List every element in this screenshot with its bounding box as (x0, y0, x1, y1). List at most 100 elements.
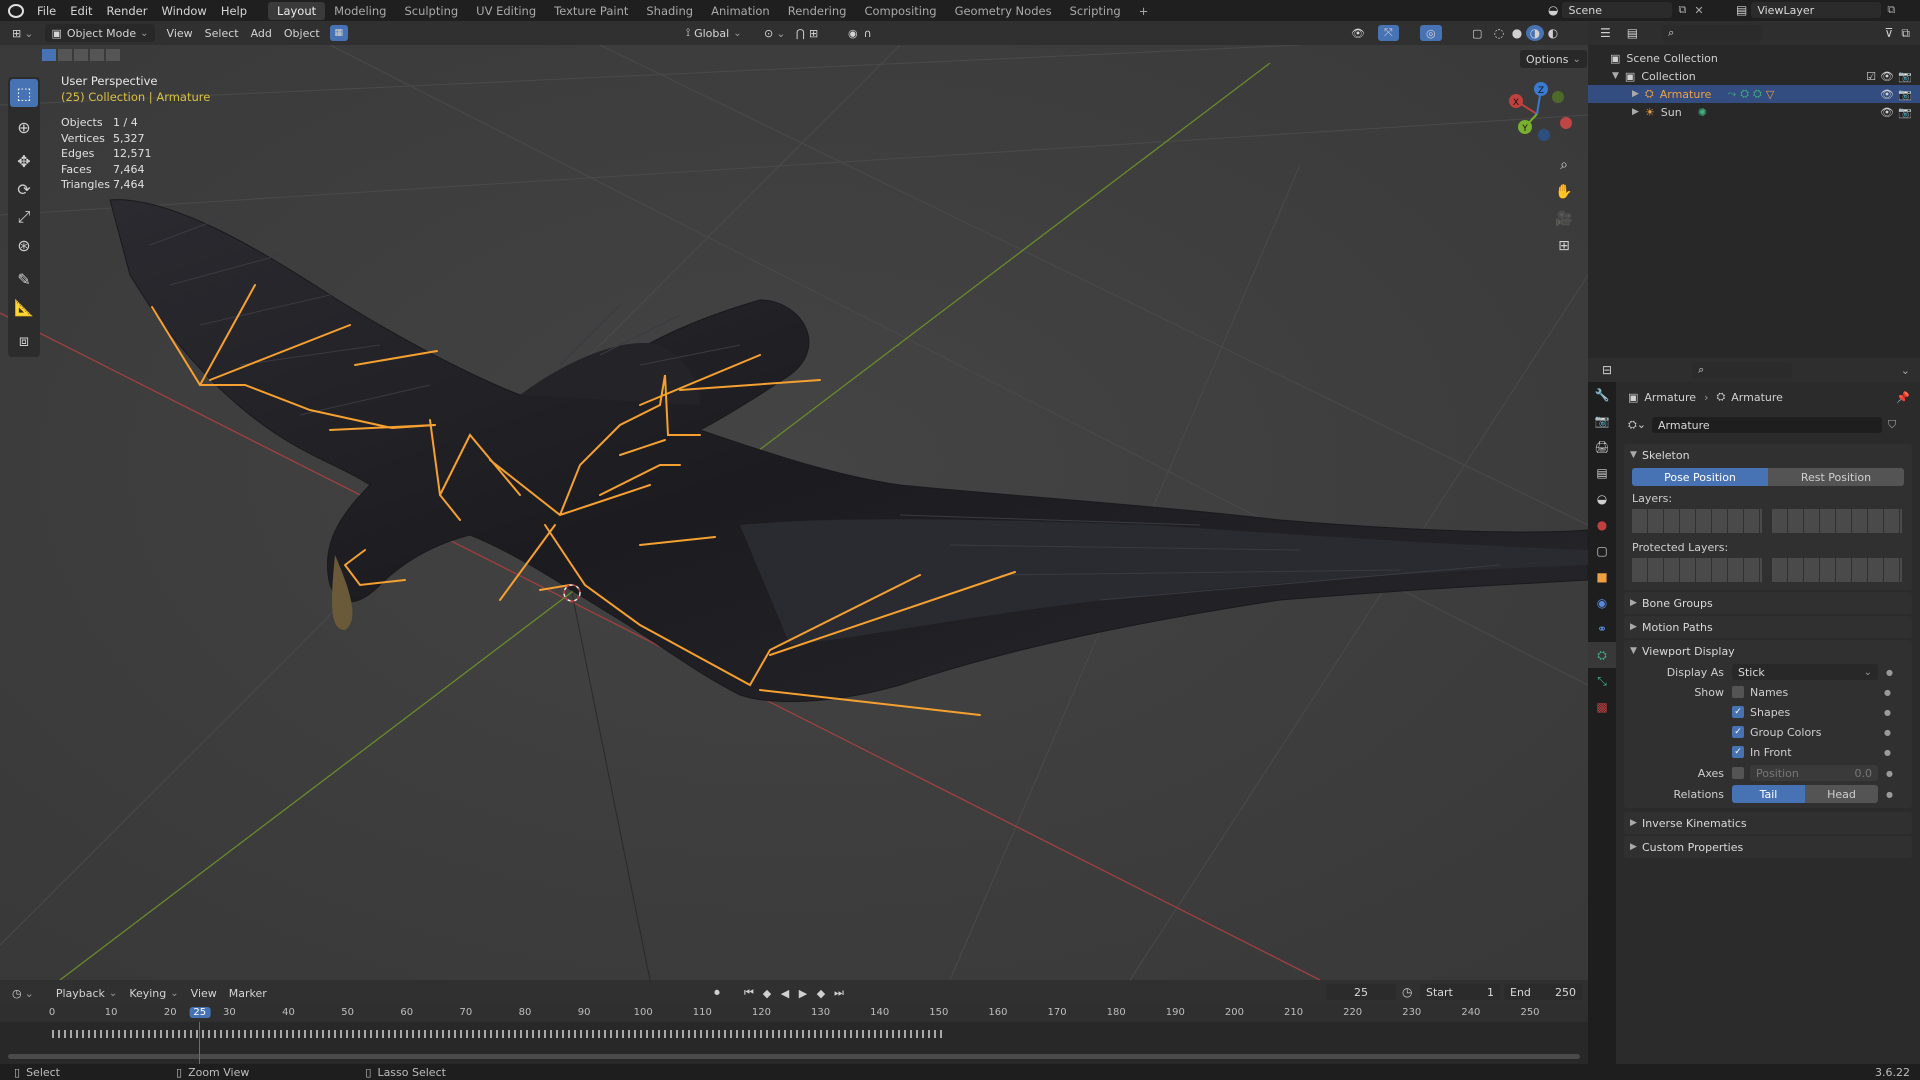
delete-scene-icon[interactable]: ✕ (1694, 4, 1703, 17)
ortho-toggle-icon[interactable]: ⊞ (1552, 234, 1576, 258)
tab-animation[interactable]: Animation (702, 2, 779, 20)
menu-select[interactable]: Select (199, 24, 245, 42)
keyframe-strip[interactable] (52, 1030, 942, 1038)
solid-shading-icon[interactable]: ● (1508, 25, 1526, 41)
current-frame-field[interactable]: 25 (1326, 984, 1396, 1000)
relations-head-button[interactable]: Head (1805, 785, 1878, 803)
select-invert-icon[interactable] (90, 49, 104, 61)
playhead-line[interactable] (199, 1022, 200, 1064)
menu-edit[interactable]: Edit (63, 4, 99, 18)
visibility-eye-icon[interactable]: 👁 (1880, 88, 1894, 101)
tab-rendering[interactable]: Rendering (779, 2, 856, 20)
next-keyframe-icon[interactable]: ◆ (812, 984, 830, 1002)
keyframe-dot-icon[interactable]: ● (1884, 728, 1891, 737)
datablock-name-field[interactable]: Armature (1652, 417, 1883, 433)
measure-tool[interactable]: 📐 (10, 293, 38, 321)
pan-view-icon[interactable]: ✋ (1552, 180, 1576, 204)
new-viewlayer-icon[interactable]: ⧉ (1887, 3, 1895, 17)
wireframe-shading-icon[interactable]: ◌ (1490, 25, 1508, 41)
scene-field[interactable]: Scene (1562, 2, 1673, 18)
blender-logo-icon[interactable] (8, 3, 24, 18)
jump-end-icon[interactable]: ⏭ (830, 984, 848, 1002)
outliner-editor-icon[interactable]: ☰ (1600, 26, 1611, 40)
tab-texture-paint[interactable]: Texture Paint (545, 2, 637, 20)
shapes-checkbox[interactable]: ✓ (1732, 706, 1744, 718)
visibility-dropdown[interactable]: 👁 (1345, 24, 1371, 42)
scene-tab-icon[interactable]: ◒ (1588, 486, 1616, 512)
collection-tab-icon[interactable]: ▢ (1588, 538, 1616, 564)
start-frame-field[interactable]: Start 1 (1420, 984, 1500, 1000)
select-extend-icon[interactable] (58, 49, 72, 61)
constraints-tab-icon[interactable]: ⚭ (1588, 616, 1616, 642)
menu-render[interactable]: Render (100, 4, 155, 18)
marker-menu[interactable]: Marker (223, 984, 273, 1002)
custom-properties-header[interactable]: ▶ Custom Properties (1624, 836, 1912, 858)
jump-start-icon[interactable]: ⏮ (740, 984, 758, 1002)
keyframe-dot-icon[interactable]: ● (1884, 748, 1891, 757)
keyframe-dot-icon[interactable]: ● (1886, 790, 1893, 799)
object-tab-icon[interactable]: ■ (1588, 564, 1616, 590)
rotate-tool[interactable]: ⟳ (10, 175, 38, 203)
in-front-checkbox[interactable]: ✓ (1732, 746, 1744, 758)
collapse-icon[interactable]: ▼ (1612, 71, 1619, 81)
layers-grid[interactable] (1624, 507, 1912, 539)
properties-options-icon[interactable]: ⌄ (1901, 364, 1910, 377)
object-mode-dropdown[interactable]: ▣ Object Mode (45, 24, 155, 42)
timeline-editor-type[interactable]: ◷ ⌄ (6, 984, 40, 1002)
xray-toggle-button[interactable]: ▢ (1466, 24, 1488, 42)
menu-window[interactable]: Window (154, 4, 213, 18)
display-mode-icon[interactable]: ▤ (1627, 26, 1638, 40)
select-intersect-icon[interactable] (106, 49, 120, 61)
new-collection-icon[interactable]: ⧉ (1901, 26, 1910, 41)
bone-tab-icon[interactable]: ⤡ (1588, 668, 1616, 694)
editor-type-button[interactable]: ⊞ ⌄ (6, 24, 39, 42)
preview-range-icon[interactable]: ◷ (1402, 985, 1412, 999)
tool-tab-icon[interactable]: 🔧 (1588, 382, 1616, 408)
select-subtract-icon[interactable] (74, 49, 88, 61)
exclude-checkbox-icon[interactable]: ☑ (1866, 70, 1876, 83)
gizmo-toggle-button[interactable]: ⤧ (1378, 25, 1399, 41)
play-icon[interactable]: ▶ (794, 984, 812, 1002)
keyframe-dot-icon[interactable]: ● (1884, 688, 1891, 697)
proportional-edit-button[interactable]: ◉ ∩ (842, 24, 878, 42)
tab-modeling[interactable]: Modeling (325, 2, 395, 20)
axes-checkbox[interactable] (1732, 767, 1744, 779)
menu-object[interactable]: Object (278, 24, 326, 42)
protected-layers-grid[interactable] (1624, 556, 1912, 590)
visibility-eye-icon[interactable]: 👁 (1880, 106, 1894, 119)
display-as-dropdown[interactable]: Stick (1732, 664, 1878, 680)
prev-keyframe-icon[interactable]: ◆ (758, 984, 776, 1002)
frame-ruler[interactable]: 0 10 20 25 30 40 50 60 70 80 90 100 110 120 130 140 150 1… (0, 1006, 1588, 1022)
armature-data-tab-icon[interactable]: ⛭ (1588, 642, 1616, 668)
tab-uv-editing[interactable]: UV Editing (467, 2, 545, 20)
3d-viewport[interactable]: X Y Z ⬚ ⊕ ✥ ⟳ ⤢ ⊛ ✎ 📐 ⧈ User Perspective… (0, 45, 1588, 980)
select-box-tool[interactable]: ⬚ (10, 79, 38, 107)
texture-tab-icon[interactable]: ▩ (1588, 694, 1616, 720)
toolbar-toggle-button[interactable]: ▦ (329, 25, 348, 41)
keyframe-dot-icon[interactable]: ● (1884, 708, 1891, 717)
inverse-kinematics-header[interactable]: ▶ Inverse Kinematics (1624, 812, 1912, 834)
render-camera-icon[interactable]: 📷 (1898, 88, 1912, 101)
properties-search-input[interactable]: ⌕ (1692, 362, 1793, 378)
snap-button[interactable]: ⋂ ⊞ (790, 24, 824, 42)
skeleton-panel-header[interactable]: ▼ Skeleton (1624, 444, 1912, 466)
pose-position-button[interactable]: Pose Position (1632, 468, 1768, 486)
record-icon[interactable]: ⏺ (708, 984, 726, 1002)
expand-icon[interactable]: ▶ (1632, 89, 1639, 99)
render-camera-icon[interactable]: 📷 (1898, 70, 1912, 83)
viewlayer-icon[interactable]: ▤ (1736, 3, 1747, 17)
outliner-row-sun[interactable]: ▶ ☀ Sun ✺ 👁 📷 (1588, 103, 1920, 121)
render-camera-icon[interactable]: 📷 (1898, 106, 1912, 119)
visibility-eye-icon[interactable]: 👁 (1880, 70, 1894, 83)
menu-help[interactable]: Help (214, 4, 254, 18)
viewport-display-header[interactable]: ▼ Viewport Display (1624, 640, 1912, 662)
camera-view-icon[interactable]: 🎥 (1552, 207, 1576, 231)
cursor-tool[interactable]: ⊕ (10, 113, 38, 141)
overlay-toggle-button[interactable]: ◎ (1420, 25, 1442, 41)
filter-icon[interactable]: ⊽ (1885, 26, 1894, 40)
keyframe-dot-icon[interactable]: ● (1886, 668, 1893, 677)
expand-icon[interactable]: ▶ (1632, 107, 1639, 117)
add-workspace-button[interactable]: + (1130, 2, 1158, 20)
rest-position-button[interactable]: Rest Position (1768, 468, 1904, 486)
add-cube-tool[interactable]: ⧈ (10, 327, 38, 355)
